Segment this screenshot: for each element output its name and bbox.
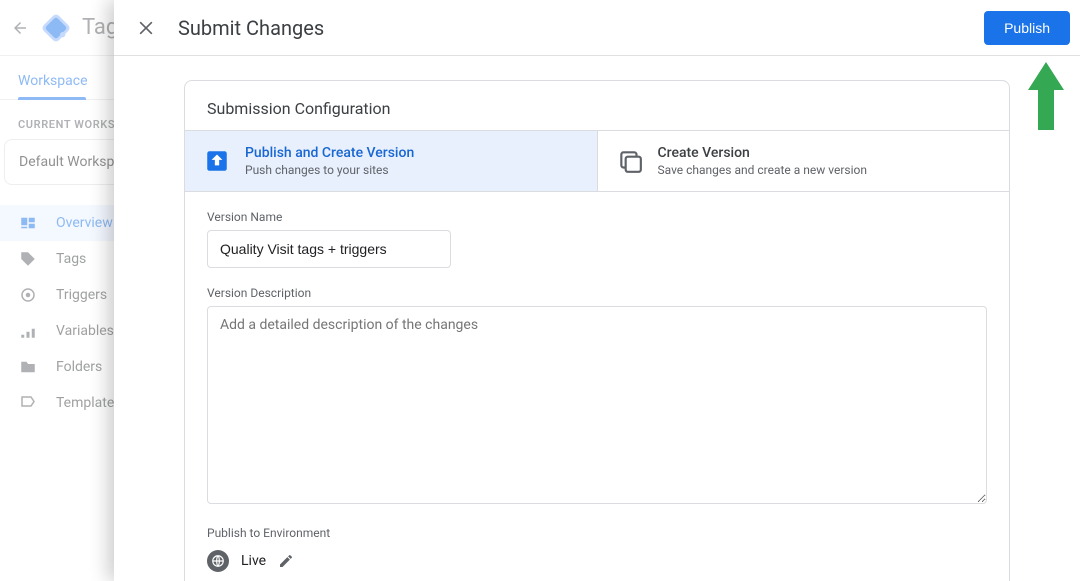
version-name-input[interactable]	[207, 230, 451, 268]
edit-environment-icon[interactable]	[278, 553, 294, 569]
version-description-textarea[interactable]	[207, 306, 987, 504]
close-icon[interactable]	[132, 14, 160, 42]
version-description-label: Version Description	[207, 286, 987, 300]
version-name-label: Version Name	[207, 210, 987, 224]
card-title: Submission Configuration	[185, 81, 1009, 130]
option-publish-and-create[interactable]: Publish and Create Version Push changes …	[185, 131, 597, 191]
option-title: Publish and Create Version	[245, 145, 414, 161]
publish-upload-icon	[203, 147, 231, 175]
option-title: Create Version	[658, 145, 867, 161]
versions-stack-icon	[616, 147, 644, 175]
option-create-version[interactable]: Create Version Save changes and create a…	[597, 131, 1010, 191]
option-subtitle: Push changes to your sites	[245, 163, 414, 177]
publish-button[interactable]: Publish	[984, 11, 1070, 45]
option-subtitle: Save changes and create a new version	[658, 163, 867, 177]
environment-name: Live	[241, 553, 266, 569]
sheet-title: Submit Changes	[178, 16, 324, 40]
globe-icon	[207, 550, 229, 572]
submission-card: Submission Configuration Publish and Cre…	[184, 80, 1010, 581]
publish-environment-label: Publish to Environment	[207, 526, 987, 540]
submit-changes-sheet: Submit Changes Publish Submission Config…	[114, 0, 1080, 581]
